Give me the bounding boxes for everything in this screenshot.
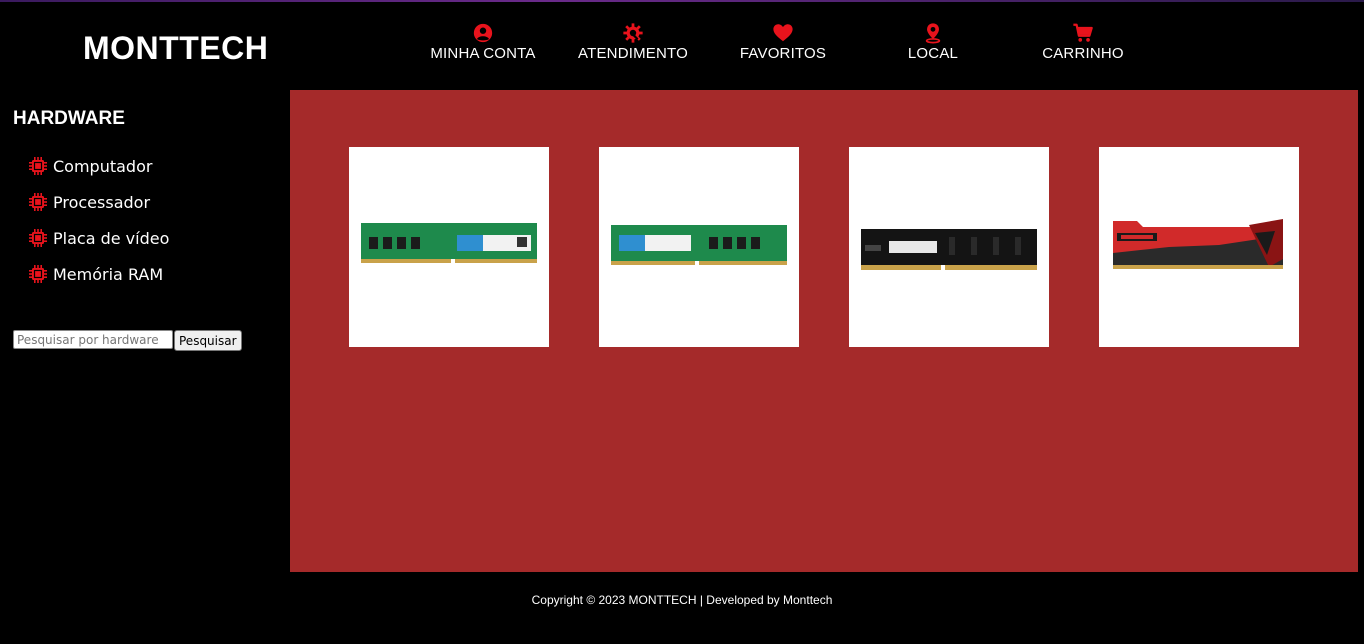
sidebar-item-computador[interactable]: Computador <box>28 148 169 184</box>
green-ram-stick-crucial-icon <box>361 223 537 263</box>
nav-item-local[interactable]: LOCAL <box>858 22 1008 62</box>
sidebar-item-processador[interactable]: Processador <box>28 184 169 220</box>
sidebar-item-label: Memória RAM <box>53 264 164 284</box>
green-ram-stick-crucial-icon <box>611 225 787 265</box>
footer: Copyright © 2023 MONTTECH | Developed by… <box>0 593 1364 607</box>
sidebar-title: HARDWARE <box>13 108 125 129</box>
chip-icon <box>29 157 47 175</box>
search-button[interactable]: Pesquisar <box>174 330 242 351</box>
nav-label: MINHA CONTA <box>430 45 536 62</box>
product-card[interactable] <box>349 147 549 347</box>
sidebar-item-label: Processador <box>53 192 151 212</box>
heart-icon <box>773 24 793 42</box>
top-nav: MINHA CONTA ATENDIMENTO FAVORITOS LOCAL … <box>0 22 1364 72</box>
search-input[interactable] <box>13 330 173 349</box>
category-list: Computador Processador Placa de vídeo Me… <box>28 148 169 292</box>
sidebar-item-label: Placa de vídeo <box>53 228 170 248</box>
user-circle-icon <box>473 23 493 43</box>
search-form: Pesquisar <box>13 330 242 351</box>
copyright-text: Copyright © 2023 MONTTECH | Developed by… <box>531 593 833 607</box>
chip-icon <box>29 265 47 283</box>
product-panel <box>290 90 1358 572</box>
nav-item-atendimento[interactable]: ATENDIMENTO <box>558 22 708 62</box>
nav-item-minha-conta[interactable]: MINHA CONTA <box>408 22 558 62</box>
chip-icon <box>29 193 47 211</box>
black-ram-stick-icon <box>861 229 1037 270</box>
sidebar-item-label: Computador <box>53 156 153 176</box>
nav-label: LOCAL <box>907 45 959 62</box>
top-accent-line <box>0 0 1364 2</box>
map-pin-icon <box>925 23 941 44</box>
nav-label: ATENDIMENTO <box>578 45 688 62</box>
red-viper-ram-stick-icon <box>1113 219 1283 269</box>
product-card[interactable] <box>1099 147 1299 347</box>
sidebar-item-placa-de-video[interactable]: Placa de vídeo <box>28 220 169 256</box>
cart-icon <box>1073 23 1093 42</box>
product-card[interactable] <box>599 147 799 347</box>
product-card[interactable] <box>849 147 1049 347</box>
chip-icon <box>29 229 47 247</box>
nav-item-carrinho[interactable]: CARRINHO <box>1008 22 1158 62</box>
sidebar-item-memoria-ram[interactable]: Memória RAM <box>28 256 169 292</box>
nav-item-favoritos[interactable]: FAVORITOS <box>708 22 858 62</box>
nav-label: FAVORITOS <box>739 45 827 62</box>
gear-wrench-icon <box>623 23 643 43</box>
nav-label: CARRINHO <box>1042 45 1124 62</box>
